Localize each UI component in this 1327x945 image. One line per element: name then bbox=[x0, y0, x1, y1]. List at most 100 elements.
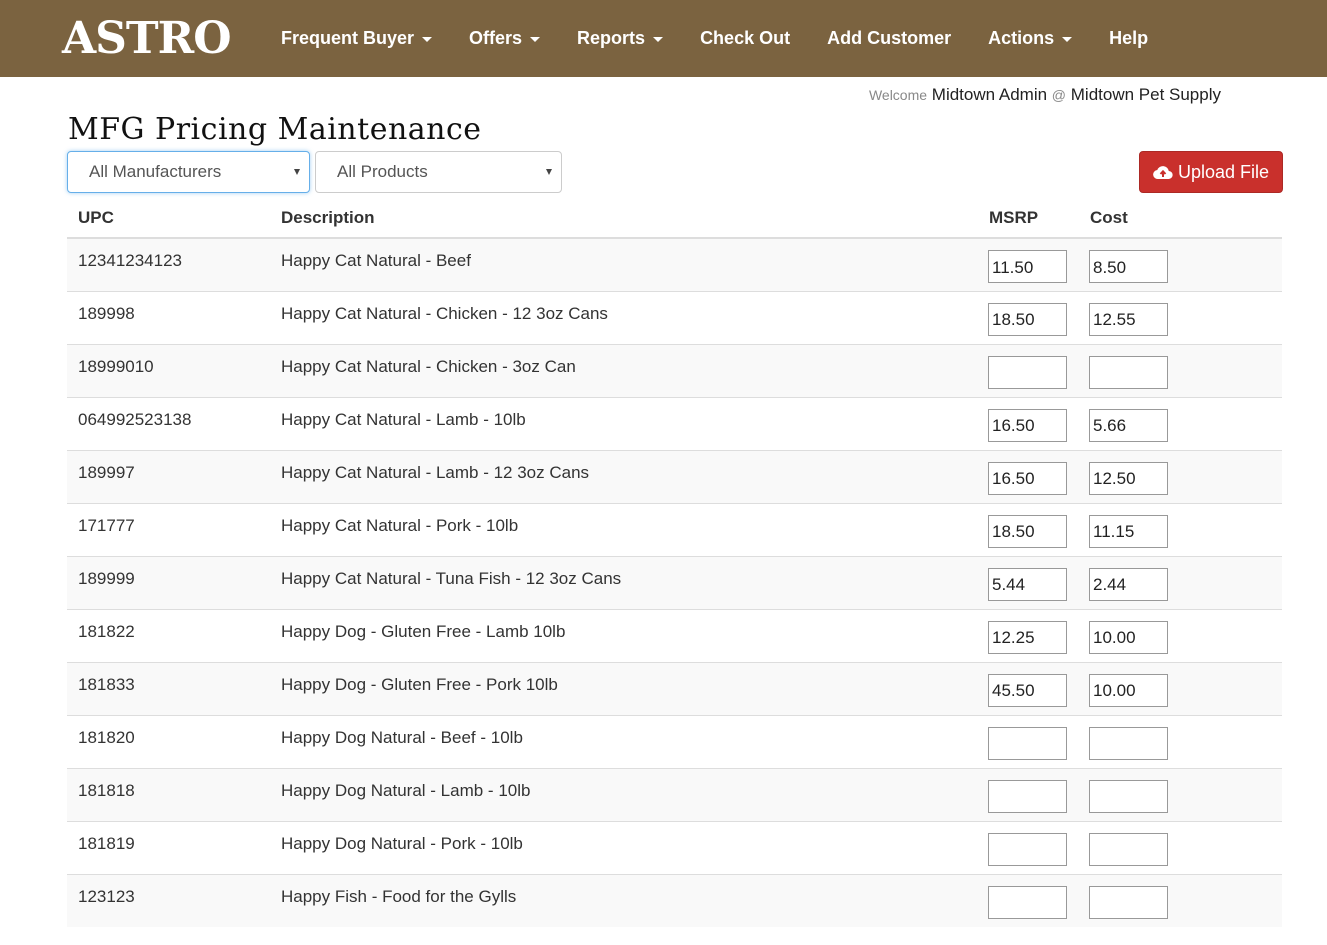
nav-actions-label: Actions bbox=[988, 28, 1055, 48]
table-row: 123123 Happy Fish - Food for the Gylls bbox=[67, 873, 1282, 927]
msrp-input[interactable] bbox=[988, 673, 1067, 707]
nav-actions[interactable]: Actions bbox=[988, 28, 1073, 49]
cost-input[interactable] bbox=[1089, 302, 1168, 336]
table-row: 189998 Happy Cat Natural - Chicken - 12 3… bbox=[67, 290, 1282, 344]
nav-help[interactable]: Help bbox=[1109, 28, 1148, 49]
upc-cell: 181822 bbox=[67, 608, 270, 662]
table-row: 12341234123 Happy Cat Natural - Beef bbox=[67, 237, 1282, 291]
description-cell: Happy Cat Natural - Lamb - 10lb bbox=[270, 396, 978, 450]
table-header-row: UPC Description MSRP Cost bbox=[67, 199, 1282, 239]
nav-reports[interactable]: Reports bbox=[577, 28, 664, 49]
msrp-cell bbox=[978, 714, 1079, 768]
msrp-input[interactable] bbox=[988, 302, 1067, 336]
cost-cell bbox=[1079, 820, 1282, 874]
msrp-input[interactable] bbox=[988, 514, 1067, 548]
nav-check-out-label: Check Out bbox=[700, 28, 791, 48]
msrp-cell bbox=[978, 767, 1079, 821]
cost-cell bbox=[1079, 502, 1282, 556]
msrp-cell bbox=[978, 555, 1079, 609]
chevron-down-icon bbox=[546, 169, 552, 175]
upc-cell: 189997 bbox=[67, 449, 270, 503]
upc-cell: 181820 bbox=[67, 714, 270, 768]
upc-cell: 181818 bbox=[67, 767, 270, 821]
description-cell: Happy Dog - Gluten Free - Pork 10lb bbox=[270, 661, 978, 715]
cost-cell bbox=[1079, 555, 1282, 609]
msrp-input[interactable] bbox=[988, 408, 1067, 442]
description-cell: Happy Cat Natural - Lamb - 12 3oz Cans bbox=[270, 449, 978, 503]
description-cell: Happy Fish - Food for the Gylls bbox=[270, 873, 978, 927]
table-row: 18999010 Happy Cat Natural - Chicken - 3o… bbox=[67, 343, 1282, 397]
msrp-cell bbox=[978, 873, 1079, 927]
upload-file-button[interactable]: Upload File bbox=[1139, 151, 1283, 193]
chevron-down-icon bbox=[1062, 37, 1073, 42]
cost-cell bbox=[1079, 343, 1282, 397]
chevron-down-icon bbox=[422, 37, 433, 42]
cost-cell bbox=[1079, 714, 1282, 768]
msrp-input[interactable] bbox=[988, 832, 1067, 866]
cost-input[interactable] bbox=[1089, 673, 1168, 707]
msrp-cell bbox=[978, 502, 1079, 556]
nav-offers-label: Offers bbox=[469, 28, 523, 48]
description-cell: Happy Dog Natural - Lamb - 10lb bbox=[270, 767, 978, 821]
upc-cell: 123123 bbox=[67, 873, 270, 927]
cost-input[interactable] bbox=[1089, 250, 1168, 283]
description-cell: Happy Cat Natural - Chicken - 3oz Can bbox=[270, 343, 978, 397]
upc-cell: 189998 bbox=[67, 290, 270, 344]
cost-input[interactable] bbox=[1089, 355, 1168, 389]
welcome-at: @ bbox=[1051, 87, 1067, 103]
nav-check-out[interactable]: Check Out bbox=[700, 28, 790, 49]
msrp-cell bbox=[978, 820, 1079, 874]
cost-input[interactable] bbox=[1089, 567, 1168, 601]
upload-file-label: Upload File bbox=[1177, 161, 1270, 182]
msrp-input[interactable] bbox=[988, 461, 1067, 495]
msrp-input[interactable] bbox=[988, 885, 1067, 919]
page-title: MFG Pricing Maintenance bbox=[68, 112, 482, 147]
product-select[interactable]: All Products bbox=[315, 151, 562, 193]
manufacturer-select[interactable]: All Manufacturers bbox=[67, 151, 310, 193]
cost-input[interactable] bbox=[1089, 408, 1168, 442]
cost-input[interactable] bbox=[1089, 832, 1168, 866]
msrp-cell bbox=[978, 396, 1079, 450]
nav-menu: Frequent Buyer Offers Reports Check Out … bbox=[281, 0, 1185, 77]
table-row: 171777 Happy Cat Natural - Pork - 10lb bbox=[67, 502, 1282, 556]
cost-input[interactable] bbox=[1089, 779, 1168, 813]
welcome-prefix: Welcome bbox=[868, 87, 928, 103]
description-cell: Happy Dog - Gluten Free - Lamb 10lb bbox=[270, 608, 978, 662]
cost-input[interactable] bbox=[1089, 620, 1168, 654]
cost-input[interactable] bbox=[1089, 514, 1168, 548]
msrp-input[interactable] bbox=[988, 250, 1067, 283]
msrp-input[interactable] bbox=[988, 355, 1067, 389]
welcome-store: Midtown Pet Supply bbox=[1070, 85, 1221, 104]
description-cell: Happy Cat Natural - Tuna Fish - 12 3oz C… bbox=[270, 555, 978, 609]
msrp-input[interactable] bbox=[988, 726, 1067, 760]
description-cell: Happy Cat Natural - Chicken - 12 3oz Can… bbox=[270, 290, 978, 344]
cost-cell bbox=[1079, 661, 1282, 715]
nav-add-customer[interactable]: Add Customer bbox=[827, 28, 951, 49]
description-cell: Happy Dog Natural - Beef - 10lb bbox=[270, 714, 978, 768]
nav-reports-label: Reports bbox=[577, 28, 646, 48]
cost-input[interactable] bbox=[1089, 885, 1168, 919]
table-row: 181822 Happy Dog - Gluten Free - Lamb 10l… bbox=[67, 608, 1282, 662]
msrp-input[interactable] bbox=[988, 779, 1067, 813]
pricing-table: UPC Description MSRP Cost 12341234123 Hap… bbox=[67, 199, 1282, 927]
nav-frequent-buyer[interactable]: Frequent Buyer bbox=[281, 28, 433, 49]
table-row: 189997 Happy Cat Natural - Lamb - 12 3oz … bbox=[67, 449, 1282, 503]
table-row: 181818 Happy Dog Natural - Lamb - 10lb bbox=[67, 767, 1282, 821]
nav-offers[interactable]: Offers bbox=[469, 28, 541, 49]
cost-input[interactable] bbox=[1089, 726, 1168, 760]
cost-input[interactable] bbox=[1089, 461, 1168, 495]
header-upc: UPC bbox=[67, 199, 270, 239]
chevron-down-icon bbox=[653, 37, 664, 42]
upc-cell: 12341234123 bbox=[67, 237, 270, 291]
cost-cell bbox=[1079, 767, 1282, 821]
msrp-input[interactable] bbox=[988, 567, 1067, 601]
upc-cell: 181833 bbox=[67, 661, 270, 715]
description-cell: Happy Dog Natural - Pork - 10lb bbox=[270, 820, 978, 874]
cost-cell bbox=[1079, 449, 1282, 503]
msrp-input[interactable] bbox=[988, 620, 1067, 654]
msrp-cell bbox=[978, 608, 1079, 662]
table-row: 064992523138 Happy Cat Natural - Lamb - 1… bbox=[67, 396, 1282, 450]
cost-cell bbox=[1079, 873, 1282, 927]
upc-cell: 064992523138 bbox=[67, 396, 270, 450]
logo[interactable]: ASTRO bbox=[62, 14, 232, 64]
